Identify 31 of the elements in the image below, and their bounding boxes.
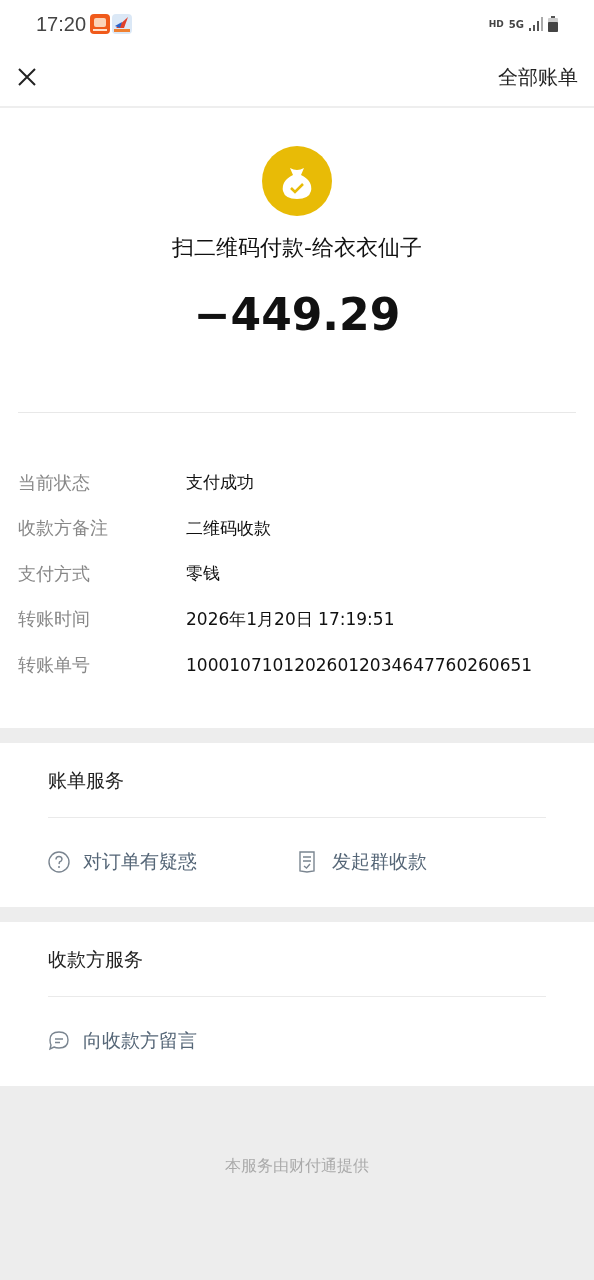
close-icon (18, 68, 36, 86)
detail-value: 2026年1月20日 17:19:51 (186, 607, 395, 631)
network-label: HD (488, 19, 504, 29)
section-title: 账单服务 (48, 743, 546, 818)
detail-value: 10001071012026012034647760260651 (186, 654, 533, 675)
app-icon (112, 14, 133, 34)
detail-value: 二维码收款 (186, 516, 271, 540)
payment-title: 扫二维码付款-给衣衣仙子 (172, 234, 422, 262)
service-link[interactable]: 发起群收款 (297, 849, 546, 875)
payment-amount: −449.29 (193, 289, 401, 340)
detail-label: 当前状态 (18, 470, 91, 495)
detail-label: 转账时间 (18, 607, 91, 632)
detail-value: 零钱 (186, 562, 220, 586)
question-icon (48, 851, 70, 873)
close-button[interactable] (18, 68, 36, 86)
detail-label: 转账单号 (18, 652, 91, 677)
detail-label: 收款方备注 (18, 516, 109, 541)
footer-text: 本服务由财付通提供 (225, 1156, 369, 1177)
section-title: 收款方服务 (48, 922, 546, 997)
clock: 17:20 (36, 12, 87, 36)
speech-bubble-icon (48, 1030, 70, 1052)
signal-icon (529, 17, 543, 31)
app-icon (90, 14, 111, 34)
all-bills-link[interactable]: 全部账单 (498, 63, 578, 91)
money-bag-icon (262, 146, 332, 216)
service-link[interactable]: 向收款方留言 (48, 1028, 314, 1054)
network-type: 5G (508, 18, 524, 30)
detail-label: 支付方式 (18, 561, 91, 586)
battery-icon (548, 16, 558, 32)
service-link[interactable]: 对订单有疑惑 (48, 849, 297, 875)
detail-value: 支付成功 (186, 471, 254, 495)
